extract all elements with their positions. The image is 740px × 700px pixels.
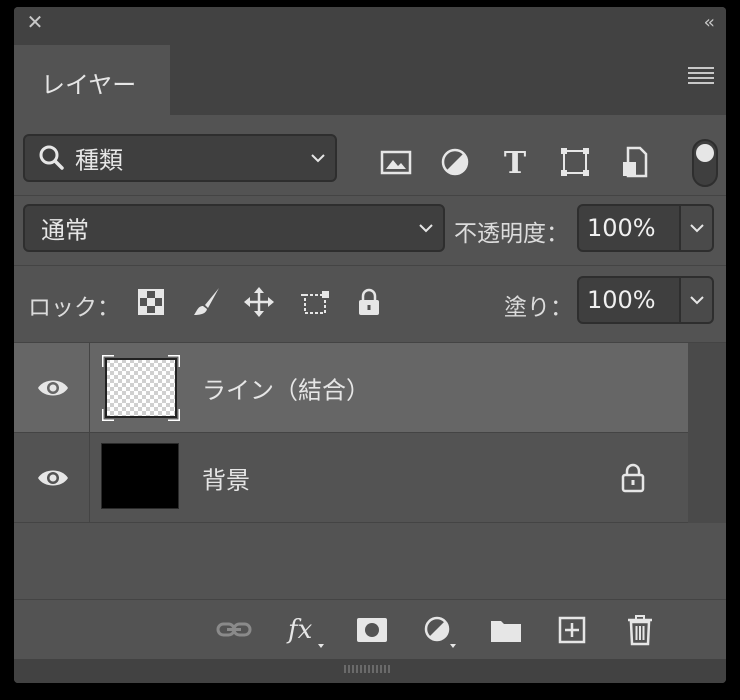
blend-mode-value: 通常 bbox=[41, 216, 89, 245]
new-layer-icon[interactable] bbox=[552, 610, 592, 650]
lock-transparent-pixels-icon[interactable] bbox=[134, 285, 168, 319]
visibility-toggle[interactable] bbox=[14, 343, 90, 433]
image-filter-icon[interactable] bbox=[379, 145, 413, 179]
filter-toggle-knob bbox=[696, 144, 714, 162]
chevron-down-icon bbox=[690, 296, 704, 305]
lock-row: ロック： 塗り： 100% bbox=[14, 266, 726, 342]
blend-row: 通常 不透明度： 100% bbox=[14, 196, 726, 264]
tab-layers-label: レイヤー bbox=[41, 71, 137, 99]
opacity-dropdown-button[interactable] bbox=[679, 204, 714, 252]
delete-icon[interactable] bbox=[620, 610, 660, 650]
fill-label: 塗り： bbox=[504, 295, 573, 321]
bottom-toolbar: fx bbox=[14, 599, 726, 660]
lock-image-pixels-icon[interactable] bbox=[190, 285, 224, 319]
type-filter-icon[interactable]: T bbox=[498, 145, 532, 179]
search-icon bbox=[39, 145, 64, 170]
tab-strip: レイヤー bbox=[14, 39, 726, 117]
layer-thumbnail bbox=[101, 443, 179, 509]
lock-label: ロック： bbox=[28, 295, 120, 321]
opacity-value: 100% bbox=[587, 214, 656, 242]
chevron-down-icon bbox=[419, 224, 433, 233]
new-group-icon[interactable] bbox=[486, 610, 526, 650]
collapse-icon[interactable]: ‹‹ bbox=[704, 12, 716, 33]
kind-filter-label: 種類 bbox=[75, 146, 123, 175]
layer-name: 背景 bbox=[202, 466, 250, 494]
resize-handle[interactable] bbox=[14, 659, 726, 683]
fx-icon[interactable]: fx bbox=[284, 610, 324, 650]
svg-text:fx: fx bbox=[286, 615, 313, 645]
svg-text:T: T bbox=[504, 146, 527, 179]
layer-lock-icon[interactable] bbox=[618, 461, 648, 495]
link-layers-icon[interactable] bbox=[214, 610, 254, 650]
layers-panel: ✕ ‹‹ レイヤー 種類 T 通常 不透明度： 100% ロック： 塗り： 10… bbox=[14, 7, 726, 683]
lock-position-icon[interactable] bbox=[242, 285, 276, 319]
visibility-toggle[interactable] bbox=[14, 433, 90, 523]
opacity-label: 不透明度： bbox=[454, 221, 569, 247]
blend-mode-select[interactable]: 通常 bbox=[23, 204, 445, 252]
add-mask-icon[interactable] bbox=[352, 610, 392, 650]
layer-name: ライン（結合） bbox=[202, 376, 370, 404]
scrollbar[interactable] bbox=[688, 343, 726, 523]
fill-value: 100% bbox=[587, 286, 656, 314]
lock-all-icon[interactable] bbox=[352, 285, 386, 319]
chevron-down-icon bbox=[311, 154, 325, 163]
smart-object-filter-icon[interactable] bbox=[618, 145, 652, 179]
layer-row[interactable]: 背景 bbox=[14, 433, 688, 523]
fill-dropdown-button[interactable] bbox=[679, 276, 714, 324]
filter-toggle[interactable] bbox=[692, 139, 718, 187]
adjustment-filter-icon[interactable] bbox=[438, 145, 472, 179]
layer-thumbnail bbox=[100, 353, 182, 423]
eye-icon bbox=[38, 470, 68, 486]
chevron-down-icon bbox=[690, 224, 704, 233]
tab-layers[interactable]: レイヤー bbox=[14, 45, 170, 117]
layer-row[interactable]: ライン（結合） bbox=[14, 343, 688, 433]
filter-row: 種類 T bbox=[14, 115, 726, 195]
panel-titlebar: ✕ ‹‹ bbox=[14, 7, 726, 39]
close-icon[interactable]: ✕ bbox=[24, 11, 46, 33]
shape-filter-icon[interactable] bbox=[558, 145, 592, 179]
opacity-input[interactable]: 100% bbox=[577, 204, 681, 252]
kind-filter-select[interactable]: 種類 bbox=[23, 134, 337, 182]
lock-artboard-icon[interactable] bbox=[298, 285, 332, 319]
fill-input[interactable]: 100% bbox=[577, 276, 681, 324]
new-adjustment-icon[interactable] bbox=[418, 610, 458, 650]
layers-list: ライン（結合） 背景 bbox=[14, 343, 726, 598]
eye-icon bbox=[38, 380, 68, 396]
grip-icon bbox=[344, 665, 392, 673]
panel-menu-icon[interactable] bbox=[688, 67, 714, 85]
